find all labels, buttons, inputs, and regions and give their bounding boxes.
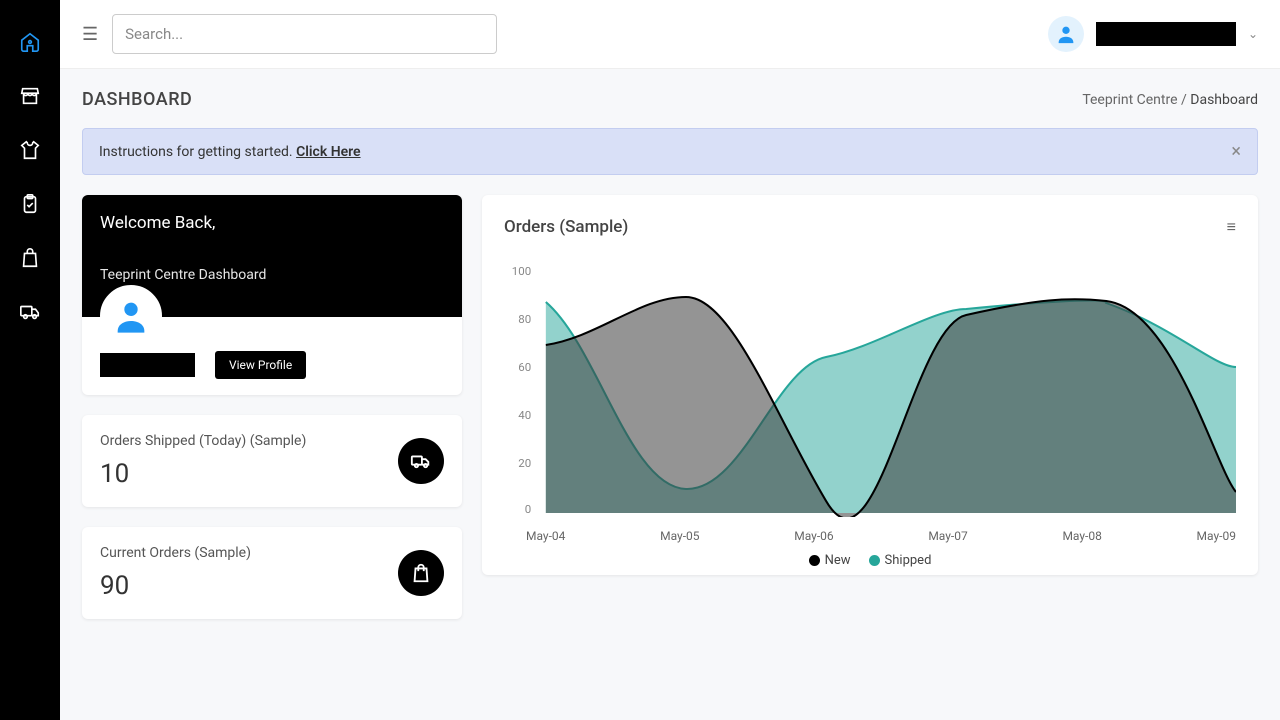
hamburger-icon[interactable]: ☰	[82, 24, 98, 45]
home-icon	[19, 31, 41, 53]
chevron-down-icon[interactable]: ⌄	[1248, 27, 1258, 41]
welcome-subtitle: Teeprint Centre Dashboard	[100, 267, 444, 283]
legend-dot-shipped	[869, 555, 880, 566]
dashboard-grid: Welcome Back, Teeprint Centre Dashboard …	[82, 195, 1258, 619]
breadcrumb-current: Dashboard	[1190, 92, 1258, 108]
welcome-card: Welcome Back, Teeprint Centre Dashboard …	[82, 195, 462, 395]
breadcrumb-root[interactable]: Teeprint Centre	[1082, 92, 1177, 108]
sidebar-item-bag[interactable]	[18, 246, 42, 270]
bag-icon-badge	[398, 550, 444, 596]
shopping-bag-icon	[19, 247, 41, 269]
stat-orders-label: Current Orders (Sample)	[100, 545, 251, 561]
breadcrumb: Teeprint Centre / Dashboard	[1082, 92, 1258, 108]
svg-text:60: 60	[518, 361, 531, 374]
stat-card-shipped: Orders Shipped (Today) (Sample) 10	[82, 415, 462, 507]
main: ☰ ⌄ DASHBOARD Teeprint Centre / Dashboar…	[60, 0, 1280, 720]
chart-title: Orders (Sample)	[504, 217, 628, 237]
topbar: ☰ ⌄	[60, 0, 1280, 69]
user-menu[interactable]: ⌄	[1048, 16, 1258, 52]
stat-shipped-value: 10	[100, 459, 306, 489]
x-axis-labels: May-04 May-05 May-06 May-07 May-08 May-0…	[504, 521, 1236, 547]
profile-name-redacted	[100, 353, 195, 377]
shopping-bag-icon	[410, 562, 432, 584]
content: DASHBOARD Teeprint Centre / Dashboard In…	[60, 69, 1280, 720]
svg-text:40: 40	[518, 409, 531, 422]
left-column: Welcome Back, Teeprint Centre Dashboard …	[82, 195, 462, 619]
store-icon	[19, 85, 41, 107]
chart-body: 100 80 60 40 20 0	[504, 267, 1236, 557]
right-column: Orders (Sample) ≡ 100 80 60 40 20 0	[482, 195, 1258, 619]
page-header: DASHBOARD Teeprint Centre / Dashboard	[82, 89, 1258, 110]
stat-card-orders: Current Orders (Sample) 90	[82, 527, 462, 619]
alert-banner: Instructions for getting started. Click …	[82, 128, 1258, 175]
view-profile-button[interactable]: View Profile	[215, 351, 306, 379]
welcome-bottom: View Profile	[82, 317, 462, 395]
alert-close-icon[interactable]: ×	[1231, 141, 1241, 162]
alert-text: Instructions for getting started.	[99, 144, 296, 160]
chart-menu-icon[interactable]: ≡	[1227, 217, 1236, 237]
legend-dot-new	[809, 555, 820, 566]
sidebar-item-shirt[interactable]	[18, 138, 42, 162]
truck-icon	[19, 301, 41, 323]
legend-shipped[interactable]: Shipped	[869, 553, 932, 568]
orders-chart: 100 80 60 40 20 0	[504, 267, 1236, 517]
chart-legend: New Shipped	[504, 553, 1236, 568]
clipboard-icon	[19, 193, 41, 215]
user-name-redacted	[1096, 22, 1236, 46]
svg-text:80: 80	[518, 313, 531, 326]
alert-link[interactable]: Click Here	[296, 144, 360, 160]
sidebar-item-store[interactable]	[18, 84, 42, 108]
sidebar-item-home[interactable]	[18, 30, 42, 54]
svg-text:0: 0	[525, 503, 531, 516]
sidebar-item-truck[interactable]	[18, 300, 42, 324]
search-container	[112, 14, 497, 54]
person-icon	[111, 296, 151, 336]
page-title: DASHBOARD	[82, 89, 192, 110]
stat-shipped-label: Orders Shipped (Today) (Sample)	[100, 433, 306, 449]
person-icon	[1055, 23, 1077, 45]
shirt-icon	[19, 139, 41, 161]
user-avatar-icon	[1048, 16, 1084, 52]
truck-icon-badge	[398, 438, 444, 484]
welcome-title: Welcome Back,	[100, 213, 444, 233]
sidebar-item-clipboard[interactable]	[18, 192, 42, 216]
sidebar	[0, 0, 60, 720]
svg-text:100: 100	[512, 267, 531, 278]
chart-card: Orders (Sample) ≡ 100 80 60 40 20 0	[482, 195, 1258, 575]
legend-new[interactable]: New	[809, 553, 851, 568]
search-input[interactable]	[112, 14, 497, 54]
truck-icon	[410, 450, 432, 472]
svg-text:20: 20	[518, 457, 531, 470]
profile-avatar	[100, 285, 162, 347]
stat-orders-value: 90	[100, 571, 251, 601]
